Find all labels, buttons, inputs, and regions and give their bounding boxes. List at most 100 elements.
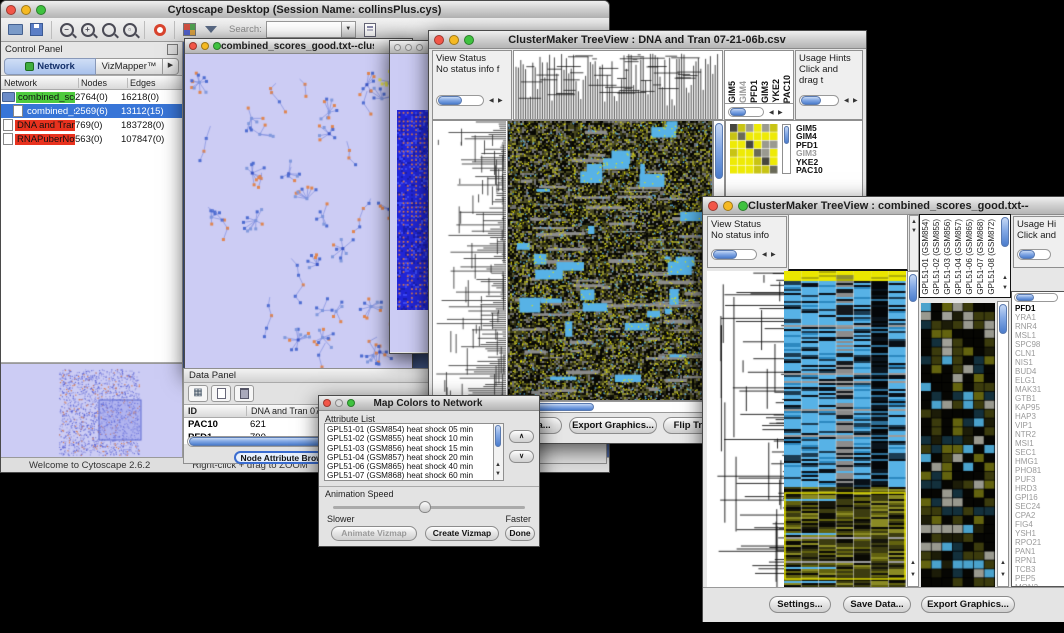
zoom-fit-icon[interactable] <box>100 22 117 38</box>
tv1-status-scrollbar[interactable] <box>436 95 484 106</box>
create-vizmap-button[interactable]: Create Vizmap <box>425 526 499 541</box>
array-label[interactable]: PAC10 <box>783 75 793 103</box>
gene-label[interactable]: GPI16 <box>1015 493 1041 502</box>
tv2-gene-dendrogram[interactable] <box>707 271 785 587</box>
array-label[interactable]: PFD1 <box>750 80 760 103</box>
gene-label[interactable]: CLN1 <box>1015 349 1041 358</box>
treeview1-titlebar[interactable]: ClusterMaker TreeView : DNA and Tran 07-… <box>429 31 866 49</box>
gene-label-list[interactable]: PFD1YRA1RNR4MSL1SPC98CLN1NIS1BUD4ELG1MAK… <box>1015 304 1041 587</box>
attribute-list-item[interactable]: GPL51-04 (GSM857) heat shock 20 min <box>327 453 501 462</box>
search-combobox[interactable]: ▼ <box>266 21 356 38</box>
close-button[interactable] <box>394 44 401 51</box>
animate-vizmap-button[interactable]: Animate Vizmap <box>331 526 417 541</box>
array-label[interactable]: GIM4 <box>739 81 749 103</box>
col-id[interactable]: ID <box>184 406 247 416</box>
zoom-selected-icon[interactable]: ▫ <box>121 22 138 38</box>
treeview2-titlebar[interactable]: ClusterMaker TreeView : combined_scores_… <box>703 197 1064 215</box>
zoom-heatmap-canvas[interactable] <box>921 303 995 587</box>
close-button[interactable] <box>434 35 444 45</box>
save-session-icon[interactable] <box>28 22 45 38</box>
tv1-gene-dendrogram[interactable] <box>432 120 507 401</box>
scrollbar-thumb[interactable] <box>713 250 737 259</box>
tv2-global-heatmap[interactable] <box>784 271 906 587</box>
header-edges[interactable]: Edges <box>128 78 182 88</box>
tab-network[interactable]: Network <box>4 58 96 75</box>
attribute-list-item[interactable]: GPL51-02 (GSM855) heat shock 10 min <box>327 434 501 443</box>
gene-list-hscrollbar[interactable] <box>1014 293 1058 302</box>
attribute-list[interactable]: GPL51-01 (GSM854) heat shock 05 minGPL51… <box>324 423 504 481</box>
gene-label[interactable]: FIG4 <box>1015 520 1041 529</box>
array-label[interactable]: GPL51-06 (GSM865) <box>966 219 977 295</box>
scrollbar-thumb[interactable] <box>495 425 501 447</box>
zoom-button[interactable] <box>347 399 355 407</box>
array-dendrogram-canvas[interactable] <box>514 51 722 119</box>
header-nodes[interactable]: Nodes <box>79 78 128 88</box>
network-view-canvas[interactable] <box>185 54 410 371</box>
tv2-hints-scrollbar[interactable] <box>1017 249 1051 260</box>
network-row-selected[interactable]: combined_sco 2569(6) 13112(15) <box>1 104 182 118</box>
gene-label[interactable]: YRA1 <box>1015 313 1041 322</box>
gene-label[interactable]: MSL1 <box>1015 331 1041 340</box>
scrollbar-thumb[interactable] <box>730 108 746 116</box>
zoom-button[interactable] <box>464 35 474 45</box>
save-data-button[interactable]: Save Data... <box>843 596 911 613</box>
select-attributes-icon[interactable]: ▦ <box>188 385 208 402</box>
export-graphics-button[interactable]: Export Graphics... <box>921 596 1015 613</box>
gene-label[interactable]: TCB3 <box>1015 565 1041 574</box>
global-heatmap-canvas[interactable] <box>508 121 712 400</box>
network-name[interactable]: combined_sco <box>25 106 75 117</box>
network-table-header[interactable]: Network Nodes Edges <box>1 75 182 90</box>
tv2-array-dendrogram-area[interactable] <box>788 214 908 271</box>
network-row[interactable]: DNA and Tran 07 769(0) 183728(0) <box>1 118 182 132</box>
move-down-button[interactable]: ∨ <box>509 450 534 463</box>
annotation-icon[interactable] <box>362 22 379 38</box>
tab-vizmapper[interactable]: VizMapper™ <box>96 58 163 75</box>
dense-network-block[interactable] <box>397 110 430 310</box>
scroll-up-icon[interactable]: ▲ <box>911 219 917 225</box>
scrollbar-thumb[interactable] <box>801 96 821 105</box>
gene-label[interactable]: VIP1 <box>1015 421 1041 430</box>
attribute-list-item[interactable]: GPL51-06 (GSM865) heat shock 40 min <box>327 462 501 471</box>
dialog-titlebar[interactable]: Map Colors to Network <box>319 396 539 411</box>
cytoscape-titlebar[interactable]: Cytoscape Desktop (Session Name: collins… <box>1 1 609 19</box>
network-view-titlebar[interactable]: combined_scores_good.txt--cluste... <box>185 39 412 54</box>
gene-zoom-label[interactable]: PAC10 <box>796 166 823 174</box>
network-row[interactable]: combined_scores 2764(0) 16218(0) <box>1 90 182 104</box>
minimize-button[interactable] <box>21 5 31 15</box>
gene-label[interactable]: NTR2 <box>1015 430 1041 439</box>
scroll-up-icon[interactable]: ▲ <box>1000 560 1006 566</box>
zoom-vscrollbar[interactable] <box>782 124 791 174</box>
attribute-list-vscroll[interactable]: ▲ ▼ <box>493 424 503 480</box>
gene-label[interactable]: HMG1 <box>1015 457 1041 466</box>
gene-dendrogram-canvas[interactable] <box>707 271 785 587</box>
tv1-hscrollbar[interactable]: ◀ ▶ <box>507 401 728 413</box>
scrollbar-thumb[interactable] <box>715 123 723 179</box>
gene-label[interactable]: KAP95 <box>1015 403 1041 412</box>
network-overview-panel[interactable] <box>1 363 182 460</box>
scroll-right-icon[interactable]: ▶ <box>498 98 503 104</box>
gene-label[interactable]: PFD1 <box>1015 304 1041 313</box>
scroll-up-icon[interactable]: ▲ <box>1002 275 1008 281</box>
minimize-button[interactable] <box>335 399 343 407</box>
network-overview-canvas[interactable] <box>1 364 181 460</box>
gene-label[interactable]: SEC24 <box>1015 502 1041 511</box>
scrollbar-thumb[interactable] <box>1016 294 1034 301</box>
tv2-vscrollbar[interactable]: ▲ ▼ <box>907 271 919 587</box>
settings-button[interactable]: Settings... <box>769 596 831 613</box>
scrollbar-thumb[interactable] <box>784 126 789 144</box>
array-label[interactable]: GIM3 <box>761 81 771 103</box>
vizmapper-icon[interactable] <box>181 22 198 38</box>
scrollbar-thumb[interactable] <box>1001 217 1009 247</box>
scrollbar-thumb[interactable] <box>909 274 917 302</box>
gene-label[interactable]: YSH1 <box>1015 529 1041 538</box>
scroll-left-icon[interactable]: ◀ <box>762 252 767 258</box>
zoom-in-icon[interactable]: + <box>79 22 96 38</box>
scroll-left-icon[interactable]: ◀ <box>769 110 774 116</box>
gene-label[interactable]: BUD4 <box>1015 367 1041 376</box>
global-heatmap-canvas[interactable] <box>784 271 906 587</box>
scroll-up-icon[interactable]: ▲ <box>495 462 501 468</box>
scroll-down-icon[interactable]: ▼ <box>911 228 917 234</box>
export-graphics-button[interactable]: Export Graphics... <box>569 417 657 434</box>
help-lifering-icon[interactable] <box>151 22 168 38</box>
array-label[interactable]: GPL51-07 (GSM868) <box>977 219 988 295</box>
